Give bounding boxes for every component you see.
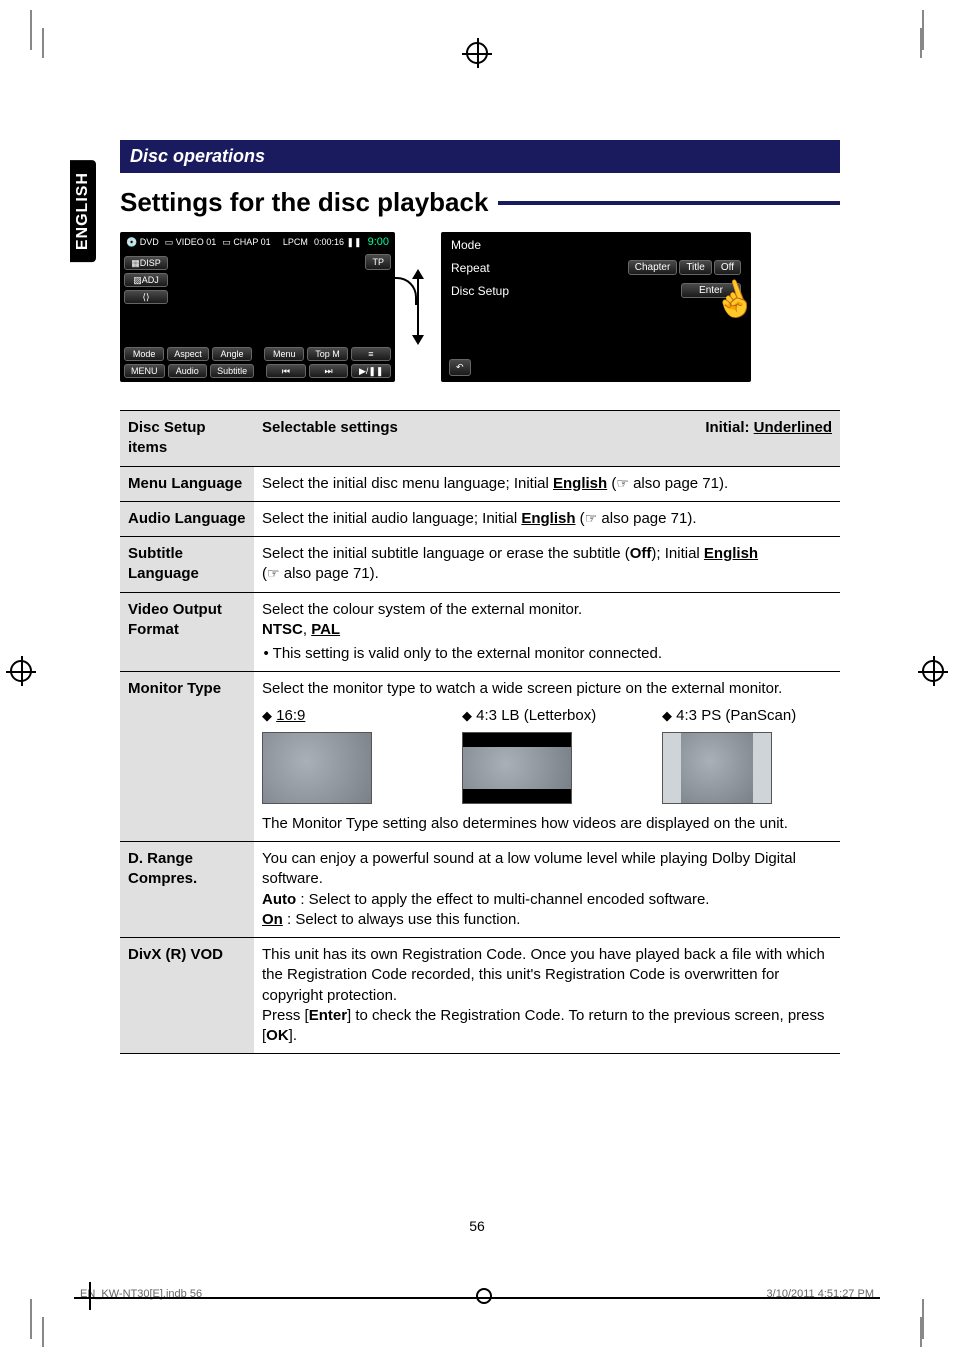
chap-label: ▭ CHAP 01 [222,237,270,248]
subtitle-button[interactable]: Subtitle [210,364,254,378]
footer-timestamp: 3/10/2011 4:51:27 PM [767,1288,874,1304]
crop-mark [910,1299,924,1344]
menu2-button[interactable]: MENU [124,364,165,378]
row-monitor-type: Monitor Type [120,672,254,842]
screenshot-mode-menu: Mode Repeat Chapter Title Off Disc Setup… [441,232,751,382]
clock: 9:00 [368,236,389,248]
repeat-label: Repeat [451,261,490,275]
monitor-preview-letterbox [462,732,572,804]
audio-button[interactable]: Audio [168,364,208,378]
disc-setup-label: Disc Setup [451,284,509,298]
repeat-off-button[interactable]: Off [714,260,741,275]
video-label: ▭ VIDEO 01 [165,237,217,248]
cell-drange-desc: You can enjoy a powerful sound at a low … [254,842,840,938]
cell-subtitle-language-desc: Select the initial subtitle language or … [254,537,840,593]
repeat-chapter-button[interactable]: Chapter [628,260,678,275]
row-subtitle-language: Subtitle Language [120,537,254,593]
angle-button[interactable]: Angle [212,347,252,361]
th-settings: Selectable settings Initial: Underlined [254,411,840,467]
monitor-preview-169 [262,732,372,804]
transition-arrow-icon [403,257,433,357]
screenshot-player: 💿 DVD ▭ VIDEO 01 ▭ CHAP 01 LPCM 0:00:16 … [120,232,395,382]
cell-divx-desc: This unit has its own Registration Code.… [254,938,840,1054]
list-button[interactable]: ≡ [351,347,391,361]
crop-mark [30,10,44,55]
row-menu-language: Menu Language [120,466,254,501]
crop-mark [910,10,924,55]
section-header: Disc operations [120,140,840,173]
disc-setup-table: Disc Setup items Selectable settings Ini… [120,410,840,1054]
repeat-title-button[interactable]: Title [679,260,712,275]
row-audio-language: Audio Language [120,501,254,536]
mode-button[interactable]: Mode [124,347,164,361]
aspect-button[interactable]: Aspect [167,347,209,361]
disc-type-label: 💿 DVD [126,237,159,248]
cell-video-output-desc: Select the colour system of the external… [254,592,840,672]
monitor-opt-ps: 4:3 PS (PanScan) [676,707,796,724]
registration-mark-icon [476,1288,492,1304]
next-button[interactable]: ⏭ [309,364,349,378]
crop-mark [30,1299,44,1344]
registration-mark-icon [922,660,944,682]
monitor-opt-lb: 4:3 LB (Letterbox) [476,707,596,724]
row-divx: DivX (R) VOD [120,938,254,1054]
cell-monitor-type-desc: Select the monitor type to watch a wide … [254,672,840,842]
page-title: Settings for the disc playback [120,187,488,218]
disp-button[interactable]: ▦ DISP [124,256,168,270]
title-rule-icon [498,201,840,205]
footer-filename: EN_KW-NT30[E].indb 56 [80,1288,202,1304]
prev-button[interactable]: ⏮ [266,364,306,378]
registration-mark-icon [10,660,32,682]
elapsed-time: 0:00:16 ❚❚ [314,237,362,248]
row-video-output: Video Output Format [120,592,254,672]
diamond-icon: ◆ [662,708,672,723]
th-items: Disc Setup items [120,411,254,467]
back-button[interactable]: ↶ [449,359,471,376]
page-number: 56 [0,1218,954,1234]
cell-audio-language-desc: Select the initial audio language; Initi… [254,501,840,536]
tp-button[interactable]: TP [365,254,391,270]
cell-menu-language-desc: Select the initial disc menu language; I… [254,466,840,501]
menu-button[interactable]: Menu [264,347,304,361]
registration-mark-icon [466,42,488,64]
monitor-opt-169: 16:9 [276,707,305,724]
audio-codec-label: LPCM [283,237,308,247]
playpause-button[interactable]: ▶/❚❚ [351,364,391,378]
topm-button[interactable]: Top M [307,347,347,361]
diamond-icon: ◆ [262,708,272,723]
nav-button[interactable]: ⟨⟩ [124,290,168,304]
diamond-icon: ◆ [462,708,472,723]
row-drange: D. Range Compres. [120,842,254,938]
monitor-preview-panscan [662,732,772,804]
language-tab: ENGLISH [70,160,96,262]
mode-label: Mode [451,238,481,252]
adj-button[interactable]: ▨ ADJ [124,273,168,287]
